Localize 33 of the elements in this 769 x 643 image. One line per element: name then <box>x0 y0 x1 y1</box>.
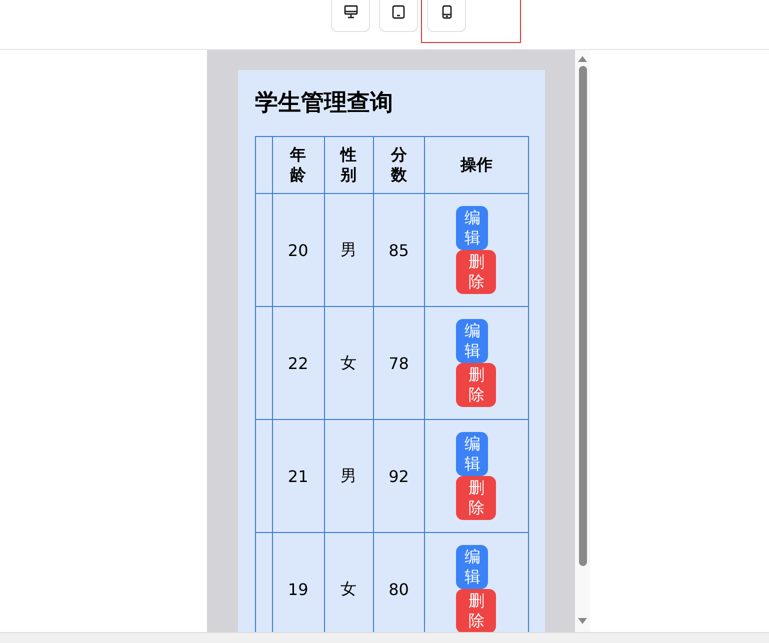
delete-button[interactable]: 删除 <box>456 363 496 407</box>
device-button[interactable] <box>427 0 466 32</box>
table-cell: 男 <box>324 194 374 306</box>
delete-button[interactable]: 删除 <box>456 250 496 294</box>
device-button[interactable] <box>331 0 370 32</box>
scrollbar-thumb[interactable] <box>578 66 586 566</box>
table-cell: 22 <box>272 306 324 420</box>
table-cell: 85 <box>373 194 424 306</box>
column-header: 分数 <box>373 136 424 194</box>
table-cell: 92 <box>373 420 424 532</box>
tablet-icon <box>392 5 405 19</box>
scrollbar[interactable] <box>575 50 590 632</box>
page-title: 学生管理查询 <box>255 89 394 118</box>
delete-button[interactable]: 删除 <box>456 589 496 632</box>
table-cell: 78 <box>373 306 424 420</box>
column-header: 性别 <box>324 136 374 194</box>
table-cell: 女 <box>324 306 374 420</box>
table-cell: 20 <box>272 194 324 306</box>
edit-button[interactable]: 编辑 <box>456 319 488 363</box>
column-header: 操作 <box>424 136 528 194</box>
horizontal-scrollbar[interactable] <box>0 632 769 643</box>
scroll-up-icon[interactable] <box>578 56 587 62</box>
edit-button[interactable]: 编辑 <box>456 206 488 250</box>
delete-button[interactable]: 删除 <box>456 476 496 520</box>
phone-icon <box>442 5 452 19</box>
table-cell: 男 <box>324 420 374 532</box>
scroll-down-icon[interactable] <box>578 618 587 624</box>
edit-button[interactable]: 编辑 <box>456 432 488 476</box>
monitor-icon <box>344 5 358 19</box>
table-cell: 21 <box>272 420 324 532</box>
column-header: 年龄 <box>272 136 324 194</box>
device-button[interactable] <box>379 0 418 32</box>
edit-button[interactable]: 编辑 <box>456 545 488 589</box>
